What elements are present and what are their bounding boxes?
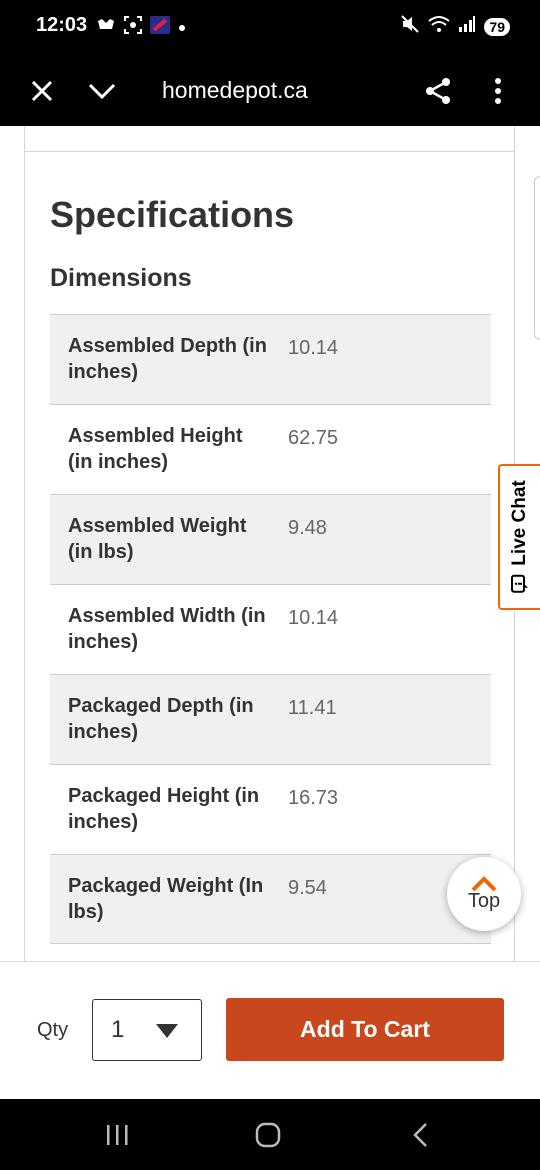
panel-divider [24,151,515,152]
spec-label: Assembled Depth (in inches) [68,335,267,383]
quantity-value: 1 [111,1016,125,1043]
specifications-heading: Specifications [50,194,295,235]
dimensions-table: Assembled Depth (in inches) 10.14 Assemb… [50,314,491,944]
chevron-down-icon [88,83,116,100]
app-icon [150,16,170,40]
back-icon [413,1123,427,1147]
more-button[interactable] [473,66,523,116]
table-row: Assembled Height (in inches) 62.75 [50,404,491,494]
status-left-icons [96,16,186,40]
table-row: Packaged Weight (In lbs) 9.54 [50,854,491,944]
recents-icon [107,1125,128,1145]
spec-label: Assembled Width (in inches) [68,605,266,653]
browser-toolbar: homedepot.ca [0,56,540,126]
table-row: Assembled Depth (in inches) 10.14 [50,314,491,404]
share-icon [426,78,450,104]
qty-label: Qty [37,1019,69,1041]
spec-value: 62.75 [288,427,339,449]
mute-icon [400,14,420,39]
status-time: 12:03 [36,14,88,36]
table-row: Assembled Weight (in lbs) 9.48 [50,494,491,584]
system-nav-bar [0,1099,540,1170]
spec-label: Packaged Height (in inches) [68,785,260,833]
top-label: Top [467,889,501,912]
more-vertical-icon [495,78,501,104]
recents-button[interactable] [97,1117,137,1153]
spec-value: 9.48 [288,517,327,539]
live-chat-button[interactable]: Live Chat [498,464,540,610]
spec-label: Packaged Weight (In lbs) [68,875,264,923]
home-icon [255,1122,281,1148]
back-button[interactable] [400,1117,440,1153]
dimensions-heading: Dimensions [50,264,192,292]
table-row: Packaged Depth (in inches) 11.41 [50,674,491,764]
spec-value: 16.73 [288,787,339,809]
add-to-cart-bar: Qty 1 Add To Cart [0,961,540,1099]
close-icon [31,80,53,102]
table-row: Packaged Height (in inches) 16.73 [50,764,491,854]
caret-down-icon [156,1024,178,1038]
dropdown-button[interactable] [77,66,127,116]
dot-icon [178,18,186,38]
signal-icon [458,15,476,38]
close-button[interactable] [17,66,67,116]
spec-value: 10.14 [288,337,339,359]
spec-label: Assembled Weight (in lbs) [68,515,247,563]
screenshot-icon [124,16,142,40]
notification-icon [96,17,116,39]
spec-value: 11.41 [288,697,337,719]
quantity-select[interactable]: 1 [92,999,202,1061]
back-to-top-button[interactable]: Top [447,857,521,931]
panel-border-left [24,126,25,961]
spec-label: Assembled Height (in inches) [68,425,243,473]
spec-value: 9.54 [288,877,327,899]
page-content: Specifications Dimensions Assembled Dept… [0,126,540,961]
chat-icon [511,574,528,593]
status-bar: 12:03 79 [0,0,540,56]
battery-indicator: 79 [484,17,510,36]
wifi-icon [428,15,451,38]
home-button[interactable] [248,1117,288,1153]
live-chat-label: Live Chat [509,480,530,566]
table-row: Assembled Width (in inches) 10.14 [50,584,491,674]
add-to-cart-button[interactable]: Add To Cart [226,998,504,1061]
share-button[interactable] [413,66,463,116]
spec-value: 10.14 [288,607,339,629]
side-panel-tab[interactable] [534,176,540,340]
live-chat-content: Live Chat [509,480,531,594]
url-text[interactable]: homedepot.ca [162,70,308,110]
spec-label: Packaged Depth (in inches) [68,695,254,743]
status-right-icons: 79 [400,14,510,39]
